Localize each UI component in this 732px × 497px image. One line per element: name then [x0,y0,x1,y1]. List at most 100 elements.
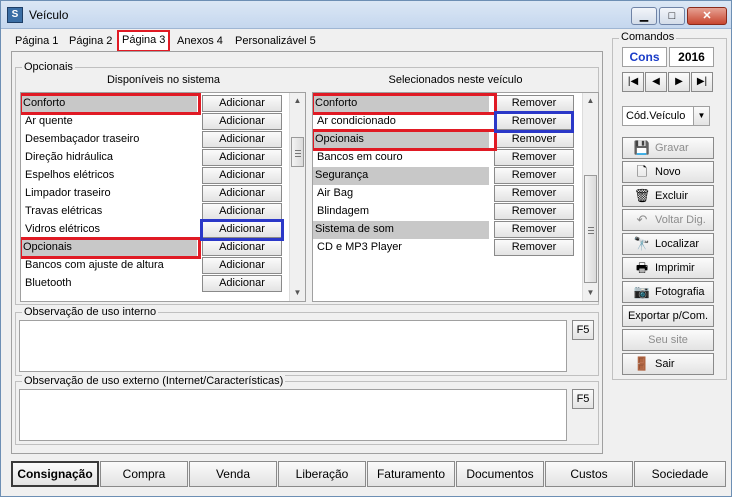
obs-interno-label: Observação de uso interno [22,306,159,318]
selected-item-name: CD e MP3 Player [317,241,402,253]
selected-row[interactable]: Segurança [313,167,489,185]
add-button[interactable]: Adicionar [202,239,282,256]
tab-pagina-1[interactable]: Página 1 [11,32,62,52]
exportar-p-com-button[interactable]: Exportar p/Com. [622,305,714,327]
remove-button[interactable]: Remover [494,95,574,112]
app-icon: S [7,7,23,23]
selected-item-name: Ar condicionado [317,115,396,127]
scroll-down-icon[interactable]: ▼ [583,285,598,301]
liberacao-button[interactable]: Liberação [278,461,366,487]
remove-button[interactable]: Remover [494,221,574,238]
add-button[interactable]: Adicionar [202,185,282,202]
selected-row[interactable]: Blindagem [313,203,489,221]
selected-row[interactable]: Air Bag [313,185,489,203]
voltar-dig-label: Voltar Dig. [655,214,706,226]
remove-button[interactable]: Remover [494,185,574,202]
selected-item-name: Blindagem [317,205,369,217]
consignacao-button[interactable]: Consignação [11,461,99,487]
sair-button[interactable]: 🚪 Sair [622,353,714,375]
obs-externo-f5-button[interactable]: F5 [572,389,594,409]
selected-row[interactable]: CD e MP3 Player [313,239,489,257]
selected-row[interactable]: Sistema de som [313,221,489,239]
tab-pagina-3[interactable]: Página 3 [117,30,171,52]
maximize-button[interactable]: □ [659,7,685,25]
imprimir-label: Imprimir [655,262,695,274]
remove-button[interactable]: Remover [494,167,574,184]
fotografia-button[interactable]: 📷 Fotografia [622,281,714,303]
available-item-name: Limpador traseiro [25,187,111,199]
documentos-button[interactable]: Documentos [456,461,544,487]
title-bar: S Veículo ▁ □ ✕ [1,1,731,29]
selected-row[interactable]: Bancos em couro [313,149,489,167]
sair-label: Sair [655,358,675,370]
add-button[interactable]: Adicionar [202,203,282,220]
opcionais-group-title: Opcionais [22,61,75,73]
fotografia-label: Fotografia [655,286,705,298]
add-button[interactable]: Adicionar [202,167,282,184]
localizar-button[interactable]: 🔭 Localizar [622,233,714,255]
scroll-up-icon[interactable]: ▲ [583,93,598,109]
scroll-thumb[interactable] [584,175,597,283]
sociedade-button[interactable]: Sociedade [634,461,726,487]
remove-button[interactable]: Remover [494,203,574,220]
add-button[interactable]: Adicionar [202,131,282,148]
available-header: Disponíveis no sistema [106,74,221,86]
remove-button[interactable]: Remover [494,239,574,256]
binoculars-icon: 🔭 [633,236,651,251]
commands-title: Comandos [619,31,677,43]
printer-icon: 🖶 [635,260,649,275]
add-button[interactable]: Adicionar [202,275,282,292]
available-row[interactable]: Travas elétricas [21,203,197,221]
venda-button[interactable]: Venda [189,461,277,487]
available-row[interactable]: Ar quente [21,113,197,131]
add-button[interactable]: Adicionar [202,149,282,166]
available-row[interactable]: Desembaçador traseiro [21,131,197,149]
available-row[interactable]: Direção hidráulica [21,149,197,167]
imprimir-button[interactable]: 🖶 Imprimir [622,257,714,279]
available-row[interactable]: Limpador traseiro [21,185,197,203]
tab-anexos-4[interactable]: Anexos 4 [173,32,227,52]
novo-label: Novo [655,166,681,178]
selected-scrollbar[interactable]: ▲ ▼ [582,93,598,301]
search-key-select[interactable]: Cód.Veículo ▼ [622,106,710,126]
available-row[interactable]: Bancos com ajuste de altura [21,257,197,275]
scroll-down-icon[interactable]: ▼ [290,285,305,301]
add-button[interactable]: Adicionar [202,257,282,274]
minimize-button[interactable]: ▁ [631,7,657,25]
selected-item-name: Air Bag [317,187,354,199]
scroll-up-icon[interactable]: ▲ [290,93,305,109]
highlight-opcionais [21,237,201,259]
faturamento-button[interactable]: Faturamento [367,461,455,487]
obs-interno-f5-button[interactable]: F5 [572,320,594,340]
available-scrollbar[interactable]: ▲ ▼ [289,93,305,301]
novo-button[interactable]: 🗋 Novo [622,161,714,183]
tab-pagina-2[interactable]: Página 2 [65,32,116,52]
compra-button[interactable]: Compra [100,461,188,487]
close-button[interactable]: ✕ [687,7,727,25]
excluir-button[interactable]: 🗑 Excluir [622,185,714,207]
custos-button[interactable]: Custos [545,461,633,487]
tab-personalizavel-5[interactable]: Personalizável 5 [231,32,320,52]
highlight-adicionar [200,219,284,241]
previous-record-button[interactable]: ◀ [645,72,667,92]
highlight-opcionais-selected [313,129,497,151]
obs-interno-textarea[interactable] [19,320,567,372]
obs-externo-textarea[interactable] [19,389,567,441]
add-button[interactable]: Adicionar [202,95,282,112]
last-record-button[interactable]: ▶| [691,72,713,92]
next-record-button[interactable]: ▶ [668,72,690,92]
available-item-name: Ar quente [25,115,73,127]
new-document-icon: 🗋 [636,164,648,179]
scroll-thumb[interactable] [291,137,304,167]
obs-externo-label: Observação de uso externo (Internet/Cara… [22,375,286,387]
available-item-name: Desembaçador traseiro [25,133,140,145]
selected-item-name: Sistema de som [315,223,394,235]
available-row[interactable]: Bluetooth [21,275,197,293]
chevron-down-icon[interactable]: ▼ [693,107,709,125]
highlight-remover [494,111,574,133]
add-button[interactable]: Adicionar [202,113,282,130]
remove-button[interactable]: Remover [494,149,574,166]
remove-button[interactable]: Remover [494,131,574,148]
available-row[interactable]: Espelhos elétricos [21,167,197,185]
first-record-button[interactable]: |◀ [622,72,644,92]
